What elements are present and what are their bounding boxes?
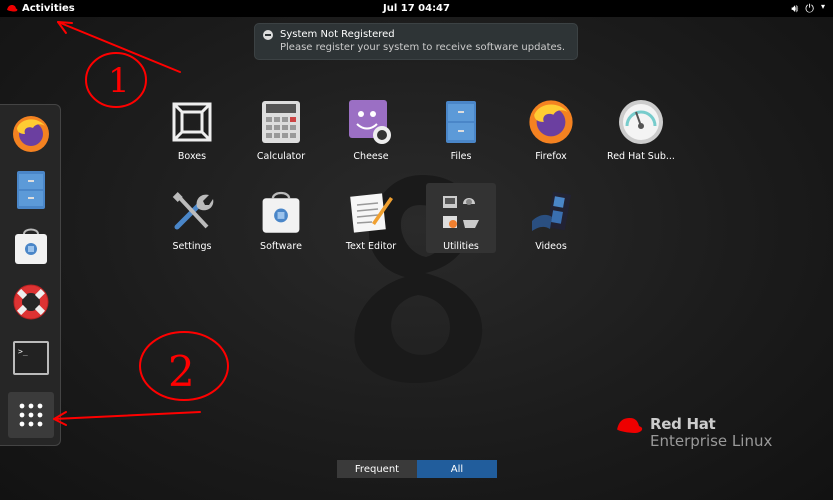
system-menu[interactable]: 🔊︎ ⏻ ▾: [791, 2, 825, 16]
app-label: Utilities: [443, 241, 479, 252]
dash-firefox[interactable]: [8, 111, 54, 157]
notification-body: Please register your system to receive s…: [280, 42, 566, 53]
dash-software[interactable]: [8, 223, 54, 269]
software-icon: [262, 191, 300, 233]
app-firefox[interactable]: Firefox: [508, 96, 594, 162]
app-videos[interactable]: Videos: [508, 186, 594, 252]
app-cheese[interactable]: Cheese: [328, 96, 414, 162]
annotation-circle-1: [85, 52, 147, 108]
settings-icon: [172, 192, 214, 230]
speaker-icon: 🔊︎: [791, 2, 799, 15]
terminal-icon: >_: [13, 341, 49, 375]
clock[interactable]: Jul 17 04:47: [0, 3, 833, 14]
app-label: Settings: [172, 241, 212, 252]
calculator-icon: [262, 101, 300, 143]
app-label: Software: [260, 241, 302, 252]
annotation-arrow-1: [57, 21, 181, 73]
top-bar: Activities Jul 17 04:47 🔊︎ ⏻ ▾: [0, 0, 833, 17]
annotation-arrow-2: [53, 411, 201, 420]
videos-icon: [532, 191, 571, 231]
text-editor-icon: [350, 193, 393, 233]
app-label: Text Editor: [345, 241, 397, 252]
firefox-icon: [13, 116, 49, 152]
boxes-icon: [172, 102, 212, 142]
notification-banner[interactable]: System Not Registered Please register yo…: [254, 23, 578, 60]
app-label: Firefox: [535, 151, 567, 162]
tab-frequent[interactable]: Frequent: [337, 460, 417, 478]
software-icon: [15, 228, 47, 264]
app-files[interactable]: Files: [418, 96, 504, 162]
brand-line-2: Enterprise Linux: [650, 432, 773, 450]
folder-utilities[interactable]: Utilities: [418, 186, 504, 252]
redhat-branding: Red Hat Enterprise Linux: [614, 416, 772, 450]
help-icon: [13, 284, 49, 320]
utilities-folder-icon: [443, 196, 479, 228]
app-label: Files: [450, 151, 472, 162]
chevron-down-icon: ▾: [820, 2, 825, 11]
app-label: Videos: [535, 241, 567, 252]
minus-circle-icon: [263, 30, 273, 40]
cheese-icon: [349, 100, 391, 144]
dash: >_: [0, 104, 61, 446]
tab-all[interactable]: All: [417, 460, 497, 478]
app-label: Cheese: [353, 151, 389, 162]
svg-text:>_: >_: [18, 347, 28, 356]
dash-terminal[interactable]: >_: [8, 335, 54, 381]
app-label: Calculator: [256, 151, 306, 162]
power-icon: ⏻: [805, 2, 814, 15]
brand-line-1: Red Hat: [650, 415, 716, 433]
app-redhat-subscription[interactable]: Red Hat Sub...: [598, 96, 684, 162]
notification-title: System Not Registered: [280, 29, 395, 40]
app-label: Red Hat Sub...: [607, 151, 675, 162]
redhat-logo-icon: [616, 418, 643, 436]
app-boxes[interactable]: Boxes: [149, 96, 235, 162]
app-settings[interactable]: Settings: [149, 186, 235, 252]
app-calculator[interactable]: Calculator: [238, 96, 324, 162]
files-icon: [17, 171, 45, 209]
app-software[interactable]: Software: [238, 186, 324, 252]
files-icon: [446, 101, 476, 143]
gauge-icon: [619, 100, 663, 144]
annotation-circle-2: [139, 331, 229, 401]
show-applications-button[interactable]: [8, 392, 54, 438]
dash-files[interactable]: [8, 167, 54, 213]
annotation-arrowhead-1: [57, 21, 73, 34]
show-applications-icon: [19, 403, 43, 427]
annotation-number-1: 1: [108, 61, 130, 101]
annotation-number-2: 2: [168, 347, 195, 396]
app-text-editor[interactable]: Text Editor: [328, 186, 414, 252]
view-switcher: Frequent All: [337, 460, 497, 478]
dash-help[interactable]: [8, 279, 54, 325]
firefox-icon: [529, 100, 573, 144]
app-label: Boxes: [177, 151, 207, 162]
